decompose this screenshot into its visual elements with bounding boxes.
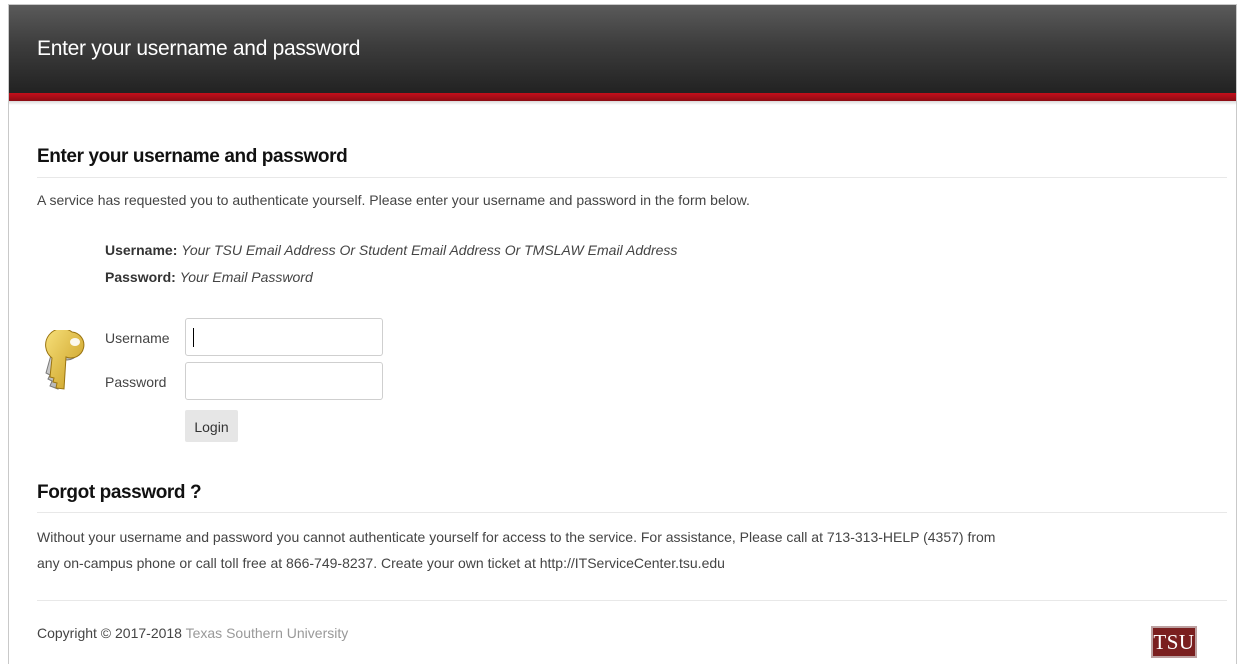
login-heading: Enter your username and password <box>37 146 348 167</box>
university-link[interactable]: Texas Southern University <box>186 625 349 641</box>
forgot-text-line2: any on-campus phone or call toll free at… <box>37 555 725 571</box>
password-hint-label: Password: <box>105 269 176 285</box>
password-hint: Password: Your Email Password <box>105 269 313 285</box>
header-title: Enter your username and password <box>37 37 361 60</box>
forgot-heading: Forgot password ? <box>37 482 202 503</box>
header-accent-bar <box>9 93 1236 101</box>
username-hint-label: Username: <box>105 242 178 258</box>
footer-copyright: Copyright © 2017-2018 Texas Southern Uni… <box>37 625 348 641</box>
keys-icon <box>45 330 85 390</box>
username-hint-text: Your TSU Email Address Or Student Email … <box>181 242 678 258</box>
username-hint: Username: Your TSU Email Address Or Stud… <box>105 242 677 258</box>
footer-divider <box>37 600 1227 601</box>
text-caret <box>193 328 194 347</box>
password-hint-text: Your Email Password <box>179 269 313 285</box>
password-label: Password <box>105 374 167 390</box>
forgot-heading-divider <box>37 512 1227 513</box>
login-button[interactable]: Login <box>185 410 238 442</box>
password-input[interactable] <box>185 362 383 400</box>
forgot-text-line1: Without your username and password you c… <box>37 529 996 545</box>
username-input[interactable] <box>185 318 383 356</box>
tsu-logo: TSU <box>1151 626 1197 658</box>
header-shadow <box>9 101 1236 105</box>
page-header: Enter your username and password <box>9 5 1236 93</box>
copyright-text: Copyright © 2017-2018 <box>37 625 182 641</box>
login-heading-divider <box>37 177 1227 178</box>
login-intro: A service has requested you to authentic… <box>37 192 750 208</box>
username-label: Username <box>105 330 170 346</box>
